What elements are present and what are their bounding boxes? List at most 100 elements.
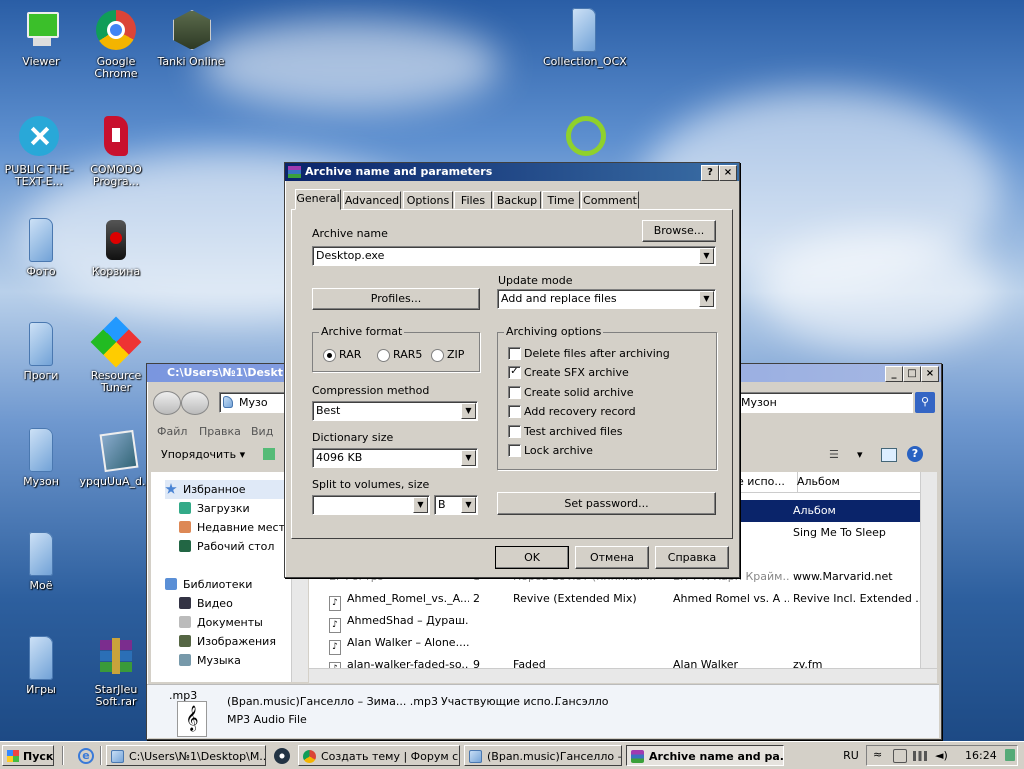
desktop-icon-google-chrome[interactable]: Google Chrome <box>75 8 157 80</box>
cancel-button[interactable]: Отмена <box>575 546 649 569</box>
tab-advanced[interactable]: Advanced <box>343 191 401 209</box>
nav-recent[interactable]: Недавние места <box>179 518 292 537</box>
address-bar[interactable]: Музо <box>219 392 289 413</box>
menu-view[interactable]: Вид <box>251 425 273 438</box>
desktop-icon-tanki-online[interactable]: Tanki Online <box>150 8 232 68</box>
forward-button[interactable] <box>181 391 209 415</box>
chevron-down-icon[interactable]: ▼ <box>461 497 476 513</box>
dictionary-size-select[interactable]: 4096 KB ▼ <box>312 448 478 468</box>
desktop-icon-resource-tuner[interactable]: Resource Tuner <box>75 316 157 394</box>
create-sfx-checkbox[interactable]: ✓ <box>508 366 521 379</box>
tab-comment[interactable]: Comment <box>581 191 639 209</box>
test-archived-files-checkbox[interactable] <box>508 425 521 438</box>
column-header-artists[interactable]: е испо... <box>733 472 798 493</box>
close-button[interactable]: × <box>719 165 737 181</box>
column-header-album[interactable]: Альбом <box>793 472 925 493</box>
update-mode-select[interactable]: Add and replace files ▼ <box>497 289 716 309</box>
table-row[interactable]: ♪ Alan Walker – Alone.... <box>309 632 937 655</box>
start-button[interactable]: Пуск <box>2 745 54 766</box>
split-unit-select[interactable]: B ▼ <box>434 495 478 515</box>
preview-pane-icon[interactable] <box>881 448 897 462</box>
chevron-down-icon[interactable]: ▼ <box>699 291 714 307</box>
help-button[interactable]: ? <box>701 165 719 181</box>
taskbar-item-archive-dialog[interactable]: Archive name and pa... <box>626 745 784 766</box>
desktop-icon-moyo[interactable]: Моё <box>0 532 82 592</box>
browse-button[interactable]: Browse... <box>642 220 716 242</box>
desktop-icon-starjieu-soft-rar[interactable]: StarJIeu Soft.rar <box>75 636 157 708</box>
maximize-button[interactable]: □ <box>903 366 921 382</box>
format-rar5-radio[interactable] <box>377 349 390 362</box>
taskbar-item-chrome[interactable]: Создать тему | Форум с... <box>298 745 460 766</box>
format-rar-radio[interactable] <box>323 349 336 362</box>
close-button[interactable]: × <box>921 366 939 382</box>
volume-icon[interactable]: ◄) <box>935 749 948 762</box>
nav-video[interactable]: Видео <box>179 594 233 613</box>
nav-images[interactable]: Изображения <box>179 632 276 651</box>
clock[interactable]: 16:24 <box>965 746 997 765</box>
show-desktop-icon[interactable] <box>1005 749 1015 761</box>
table-row[interactable]: ♪ AhmedShad – Дураш... <box>309 610 937 633</box>
chevron-down-icon[interactable]: ▼ <box>461 450 476 466</box>
nav-libraries[interactable]: Библиотеки <box>165 575 252 594</box>
desktop-icon-recycle-bin[interactable]: Корзина <box>75 218 157 278</box>
tab-files[interactable]: Files <box>454 191 492 209</box>
ok-button[interactable]: OK <box>495 546 569 569</box>
desktop-icon-muzon[interactable]: Музон <box>0 428 82 488</box>
chevron-down-icon[interactable]: ▼ <box>413 497 428 513</box>
table-row[interactable]: ♪ Ahmed_Romel_vs._A... 2 Revive (Extended… <box>309 588 937 611</box>
desktop-icon-viewer[interactable]: Viewer <box>0 8 82 68</box>
search-input[interactable]: Музон <box>737 392 913 413</box>
chevron-down-icon[interactable]: ▼ <box>699 248 714 264</box>
lock-archive-checkbox[interactable] <box>508 444 521 457</box>
language-indicator[interactable]: RU <box>836 745 866 766</box>
compression-method-select[interactable]: Best ▼ <box>312 401 478 421</box>
delete-after-archiving-checkbox[interactable] <box>508 347 521 360</box>
file-list-scrollbar[interactable] <box>920 472 937 682</box>
create-solid-checkbox[interactable] <box>508 386 521 399</box>
nav-favorites[interactable]: Избранное <box>165 480 291 499</box>
usb-device-icon[interactable] <box>893 749 907 763</box>
add-recovery-record-checkbox[interactable] <box>508 405 521 418</box>
share-icon[interactable] <box>263 448 275 460</box>
desktop-icon-public-the-text[interactable]: PUBLIC THE-TEXT-E... <box>0 116 78 188</box>
menu-file[interactable]: Файл <box>157 425 187 438</box>
menu-edit[interactable]: Правка <box>199 425 241 438</box>
task-label: C:\Users\№1\Desktop\М... <box>129 750 266 763</box>
taskbar-item-music-folder[interactable]: (Bpan.music)Ганселло –... <box>464 745 622 766</box>
minimize-button[interactable]: _ <box>885 366 903 382</box>
chevron-down-icon[interactable]: ▼ <box>461 403 476 419</box>
desktop-icon-foto[interactable]: Фото <box>0 218 82 278</box>
format-zip-radio[interactable] <box>431 349 444 362</box>
archive-name-combobox[interactable]: Desktop.exe ▼ <box>312 246 716 266</box>
nav-desktop[interactable]: Рабочий стол <box>179 537 274 556</box>
tab-general[interactable]: General <box>295 189 341 210</box>
chevron-down-icon[interactable]: ▾ <box>857 448 863 461</box>
tab-options[interactable]: Options <box>403 191 453 209</box>
nav-music[interactable]: Музыка <box>179 651 241 670</box>
help-dialog-button[interactable]: Справка <box>655 546 729 569</box>
nav-documents[interactable]: Документы <box>179 613 263 632</box>
back-button[interactable] <box>153 391 181 415</box>
profiles-button[interactable]: Profiles... <box>312 288 480 310</box>
set-password-button[interactable]: Set password... <box>497 492 716 515</box>
internet-explorer-icon[interactable]: e <box>78 748 94 764</box>
view-options-icon[interactable]: ☰ <box>829 448 839 461</box>
desktop-icon-ypquuua[interactable]: ypquUuA_d... <box>75 428 157 488</box>
dialog-titlebar[interactable]: Archive name and parameters ? × <box>285 163 739 181</box>
desktop-icon-comodo[interactable]: COMODO Progra... <box>75 116 157 188</box>
show-hidden-icons-icon[interactable]: ≈ <box>873 748 882 761</box>
taskbar-item-explorer[interactable]: C:\Users\№1\Desktop\М... <box>106 745 266 766</box>
organize-button[interactable]: Упорядочить ▾ <box>161 448 245 461</box>
media-player-icon[interactable] <box>274 748 290 764</box>
help-icon[interactable]: ? <box>907 446 923 462</box>
horizontal-scrollbar[interactable] <box>309 668 937 683</box>
desktop-icon-progi[interactable]: Проги <box>0 322 82 382</box>
network-signal-icon[interactable] <box>913 751 927 761</box>
desktop-icon-igry[interactable]: Игры <box>0 636 82 696</box>
tab-time[interactable]: Time <box>542 191 580 209</box>
nav-downloads[interactable]: Загрузки <box>179 499 250 518</box>
desktop-icon-collection-ocx[interactable]: Collection_OCX <box>543 8 627 68</box>
search-icon[interactable]: ⚲ <box>915 392 935 413</box>
tab-backup[interactable]: Backup <box>493 191 541 209</box>
split-volumes-combobox[interactable]: ▼ <box>312 495 430 515</box>
